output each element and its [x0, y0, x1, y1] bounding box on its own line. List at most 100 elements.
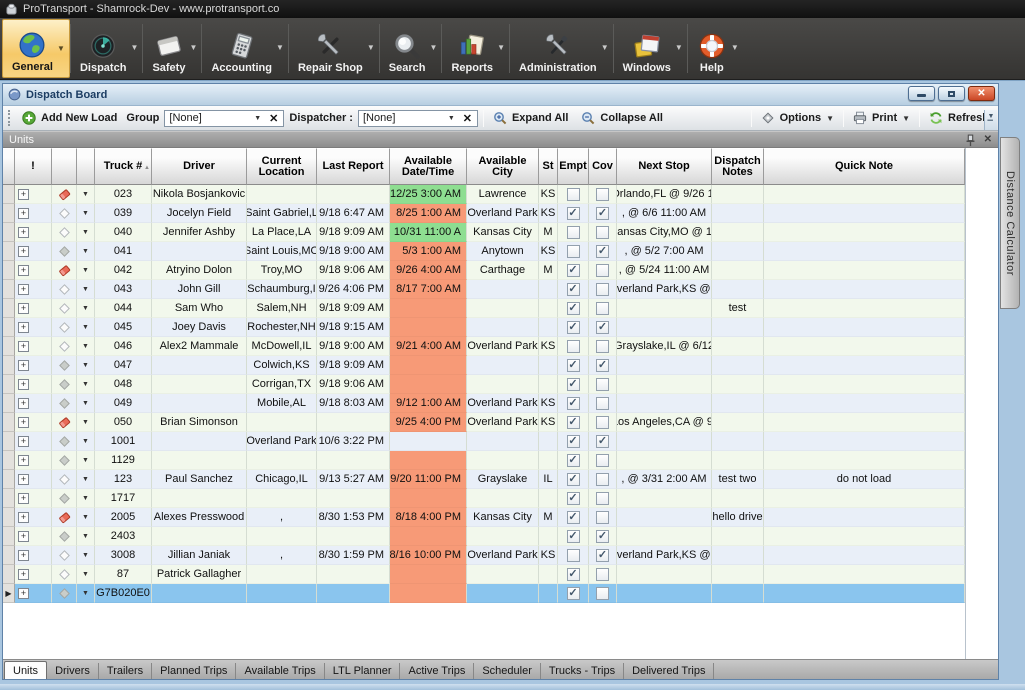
- refresh-button[interactable]: Refresh: [925, 109, 993, 127]
- expand-icon[interactable]: +: [18, 512, 29, 523]
- ribbon-item-repair-shop[interactable]: ▼Repair Shop: [289, 19, 379, 78]
- expand-icon[interactable]: +: [18, 322, 29, 333]
- table-row[interactable]: +▼039Jocelyn FieldSaint Gabriel,L9/18 6:…: [3, 204, 965, 223]
- column-header-dropdown[interactable]: [77, 148, 95, 185]
- column-header-last_report[interactable]: Last Report: [317, 148, 390, 185]
- tab-planned-trips[interactable]: Planned Trips: [152, 663, 236, 679]
- table-row[interactable]: +▼2005Alexes Presswood,8/30 1:53 PM8/18 …: [3, 508, 965, 527]
- dispatcher-combobox[interactable]: [None] ▼ ✕: [358, 110, 478, 127]
- table-row[interactable]: +▼123Paul SanchezChicago,IL9/13 5:27 AM9…: [3, 470, 965, 489]
- expand-icon[interactable]: +: [18, 417, 29, 428]
- empty-checkbox[interactable]: ✓: [567, 568, 580, 581]
- column-header-driver[interactable]: Driver: [152, 148, 247, 185]
- empty-checkbox[interactable]: ✓: [567, 321, 580, 334]
- chevron-down-icon[interactable]: ▼: [82, 438, 89, 445]
- tab-distance-calculator[interactable]: Distance Calculator: [1000, 137, 1020, 309]
- expand-icon[interactable]: +: [18, 455, 29, 466]
- table-row[interactable]: +▼043John GillSchaumburg,I9/26 4:06 PM8/…: [3, 280, 965, 299]
- column-header-location[interactable]: Current Location: [247, 148, 317, 185]
- expand-all-button[interactable]: Expand All: [489, 109, 572, 127]
- empty-checkbox[interactable]: [567, 340, 580, 353]
- table-row[interactable]: ▶+▼G7B020E0✓: [3, 584, 965, 603]
- covered-checkbox[interactable]: [596, 397, 609, 410]
- covered-checkbox[interactable]: ✓: [596, 321, 609, 334]
- ribbon-item-accounting[interactable]: ▼Accounting: [202, 19, 288, 78]
- covered-checkbox[interactable]: [596, 587, 609, 600]
- covered-checkbox[interactable]: [596, 511, 609, 524]
- expand-icon[interactable]: +: [18, 189, 29, 200]
- expand-icon[interactable]: +: [18, 379, 29, 390]
- expand-icon[interactable]: +: [18, 227, 29, 238]
- table-row[interactable]: +▼046Alex2 MammaleMcDowell,IL9/18 9:00 A…: [3, 337, 965, 356]
- expand-icon[interactable]: +: [18, 550, 29, 561]
- column-header-dispatch_notes[interactable]: Dispatch Notes: [712, 148, 764, 185]
- clear-group-icon[interactable]: ✕: [266, 112, 281, 125]
- chevron-down-icon[interactable]: ▼: [190, 43, 198, 52]
- table-row[interactable]: +▼1129✓: [3, 451, 965, 470]
- tab-units[interactable]: Units: [4, 661, 47, 679]
- empty-checkbox[interactable]: [567, 226, 580, 239]
- expand-icon[interactable]: +: [18, 246, 29, 257]
- chevron-down-icon[interactable]: ▼: [82, 305, 89, 312]
- empty-checkbox[interactable]: ✓: [567, 397, 580, 410]
- toolbar-overflow-button[interactable]: ▼▔: [984, 110, 997, 130]
- table-row[interactable]: +▼3008Jillian Janiak,8/30 1:59 PM8/16 10…: [3, 546, 965, 565]
- tab-active-trips[interactable]: Active Trips: [400, 663, 474, 679]
- column-header-st[interactable]: St: [539, 148, 558, 185]
- add-new-load-button[interactable]: Add New Load: [18, 109, 121, 127]
- covered-checkbox[interactable]: [596, 454, 609, 467]
- close-button[interactable]: ✕: [968, 86, 995, 101]
- chevron-down-icon[interactable]: ▼: [82, 362, 89, 369]
- table-row[interactable]: +▼1717✓: [3, 489, 965, 508]
- chevron-down-icon[interactable]: ▼: [82, 286, 89, 293]
- covered-checkbox[interactable]: ✓: [596, 549, 609, 562]
- restore-button[interactable]: [938, 86, 965, 101]
- tab-trailers[interactable]: Trailers: [99, 663, 152, 679]
- column-header-icon[interactable]: [52, 148, 77, 185]
- covered-checkbox[interactable]: [596, 492, 609, 505]
- tab-scheduler[interactable]: Scheduler: [474, 663, 541, 679]
- tab-drivers[interactable]: Drivers: [47, 663, 99, 679]
- chevron-down-icon[interactable]: ▼: [82, 210, 89, 217]
- expand-icon[interactable]: +: [18, 531, 29, 542]
- table-row[interactable]: +▼023Nikola Bosjankovic12/25 3:00 AMLawr…: [3, 185, 965, 204]
- chevron-down-icon[interactable]: ▼: [82, 533, 89, 540]
- ribbon-item-dispatch[interactable]: ▼Dispatch: [71, 19, 142, 78]
- chevron-down-icon[interactable]: ▼: [82, 343, 89, 350]
- table-row[interactable]: +▼87Patrick Gallagher✓: [3, 565, 965, 584]
- table-row[interactable]: +▼047Colwich,KS9/18 9:09 AM✓✓: [3, 356, 965, 375]
- covered-checkbox[interactable]: ✓: [596, 245, 609, 258]
- chevron-down-icon[interactable]: ▼: [82, 400, 89, 407]
- tab-delivered-trips[interactable]: Delivered Trips: [624, 663, 714, 679]
- chevron-down-icon[interactable]: ▼: [82, 229, 89, 236]
- covered-checkbox[interactable]: [596, 568, 609, 581]
- tab-trucks-trips[interactable]: Trucks - Trips: [541, 663, 624, 679]
- covered-checkbox[interactable]: [596, 302, 609, 315]
- chevron-down-icon[interactable]: ▼: [731, 43, 739, 52]
- expand-icon[interactable]: +: [18, 284, 29, 295]
- table-row[interactable]: +▼1001Overland Park10/6 3:22 PM✓✓: [3, 432, 965, 451]
- covered-checkbox[interactable]: ✓: [596, 359, 609, 372]
- expand-icon[interactable]: +: [18, 341, 29, 352]
- chevron-down-icon[interactable]: ▼: [82, 571, 89, 578]
- covered-checkbox[interactable]: [596, 264, 609, 277]
- column-header-next_stop[interactable]: Next Stop: [617, 148, 712, 185]
- covered-checkbox[interactable]: [596, 473, 609, 486]
- empty-checkbox[interactable]: ✓: [567, 530, 580, 543]
- chevron-down-icon[interactable]: ▼: [82, 191, 89, 198]
- expand-icon[interactable]: +: [18, 398, 29, 409]
- group-combobox[interactable]: [None] ▼ ✕: [164, 110, 284, 127]
- empty-checkbox[interactable]: [567, 188, 580, 201]
- table-row[interactable]: +▼048Corrigan,TX9/18 9:06 AM✓: [3, 375, 965, 394]
- collapse-all-button[interactable]: Collapse All: [577, 109, 667, 127]
- chevron-down-icon[interactable]: ▼: [82, 457, 89, 464]
- chevron-down-icon[interactable]: ▼: [443, 115, 460, 122]
- ribbon-item-search[interactable]: ▼Search: [380, 19, 442, 78]
- chevron-down-icon[interactable]: ▼: [82, 324, 89, 331]
- chevron-down-icon[interactable]: ▼: [367, 43, 375, 52]
- empty-checkbox[interactable]: ✓: [567, 473, 580, 486]
- covered-checkbox[interactable]: ✓: [596, 207, 609, 220]
- ribbon-item-administration[interactable]: ▼Administration: [510, 19, 613, 78]
- ribbon-item-help[interactable]: ▼Help: [688, 19, 743, 78]
- expand-icon[interactable]: +: [18, 474, 29, 485]
